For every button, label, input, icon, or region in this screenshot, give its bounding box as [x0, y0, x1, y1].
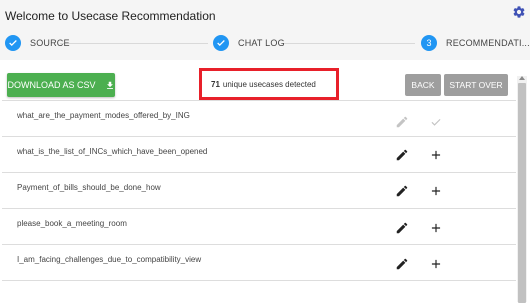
usecase-list: what_are_the_payment_modes_offered_by_IN…: [2, 100, 516, 303]
pencil-icon[interactable]: [395, 184, 409, 198]
check-circle-icon: [213, 35, 229, 51]
back-button[interactable]: BACK: [405, 74, 441, 96]
step-chat-log[interactable]: CHAT LOG: [213, 34, 285, 52]
usecase-count: 71: [211, 79, 220, 89]
step-source[interactable]: SOURCE: [5, 34, 70, 52]
app-header: Welcome to Usecase Recommendation SOURCE…: [0, 0, 530, 60]
scroll-up-arrow-icon[interactable]: [519, 76, 525, 80]
step-connector: [60, 43, 208, 44]
list-item: what_is_the_list_of_INCs_which_have_been…: [2, 137, 516, 173]
pencil-icon[interactable]: [395, 257, 409, 271]
start-over-button[interactable]: START OVER: [444, 74, 508, 96]
download-icon: [106, 81, 113, 89]
check-circle-icon: [5, 35, 21, 51]
usecase-label: Payment_of_bills_should_be_done_how: [17, 183, 161, 192]
stepper: SOURCE CHAT LOG 3 RECOMMENDATI...: [0, 34, 530, 54]
check-icon: [431, 118, 441, 126]
list-item: I_am_facing_challenges_due_to_compatibil…: [2, 245, 516, 281]
download-csv-label: DOWNLOAD AS CSV: [7, 80, 96, 90]
usecase-label: what_is_the_list_of_INCs_which_have_been…: [17, 147, 208, 156]
step-label: RECOMMENDATI...: [446, 38, 530, 48]
pencil-icon[interactable]: [395, 221, 409, 235]
step-connector: [283, 43, 415, 44]
plus-icon[interactable]: [429, 257, 443, 271]
scrollbar[interactable]: [517, 76, 527, 303]
step-label: CHAT LOG: [238, 38, 285, 48]
plus-icon[interactable]: [429, 184, 443, 198]
step-label: SOURCE: [30, 38, 70, 48]
usecase-count-box: 71 unique usecases detected: [199, 68, 339, 100]
list-item: what_are_the_payment_modes_offered_by_IN…: [2, 101, 516, 137]
plus-icon[interactable]: [429, 148, 443, 162]
pencil-icon: [396, 116, 408, 128]
pencil-icon[interactable]: [395, 148, 409, 162]
download-csv-button[interactable]: DOWNLOAD AS CSV: [7, 73, 115, 97]
gear-icon[interactable]: [512, 5, 526, 19]
usecase-label: please_book_a_meeting_room: [17, 219, 127, 228]
usecase-label: I_am_facing_challenges_due_to_compatibil…: [17, 255, 202, 264]
step-number: 3: [421, 35, 437, 51]
list-item: Payment_of_bills_should_be_done_how: [2, 173, 516, 209]
usecase-label: what_are_the_payment_modes_offered_by_IN…: [17, 111, 190, 120]
usecase-count-text: unique usecases detected: [222, 79, 316, 89]
page-title: Welcome to Usecase Recommendation: [5, 9, 216, 23]
list-item: please_book_a_meeting_room: [2, 209, 516, 245]
scroll-thumb[interactable]: [518, 83, 526, 303]
plus-icon[interactable]: [429, 221, 443, 235]
step-recommendation[interactable]: 3 RECOMMENDATI...: [421, 34, 530, 52]
